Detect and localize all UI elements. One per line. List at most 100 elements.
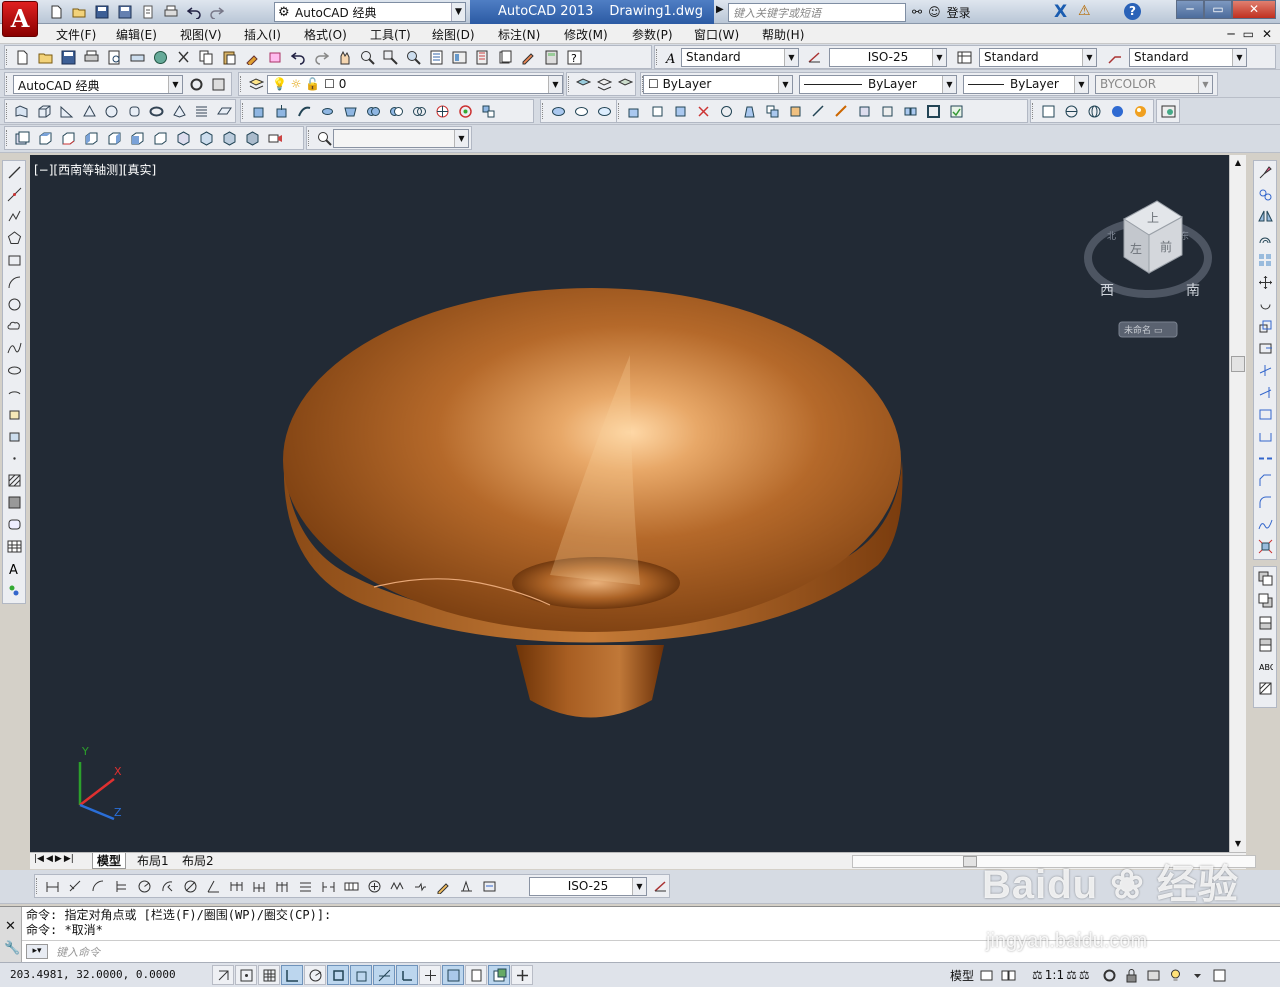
union-solid-icon[interactable] — [547, 101, 569, 121]
dynamic-input-icon[interactable] — [419, 965, 441, 985]
loft-icon[interactable] — [339, 101, 361, 121]
jogged-linear-icon[interactable] — [409, 876, 431, 896]
cone-icon[interactable] — [79, 101, 101, 121]
clean-icon[interactable] — [876, 101, 898, 121]
save-as-icon[interactable] — [115, 2, 135, 22]
blend-curves-icon[interactable] — [1255, 513, 1275, 535]
circle-icon[interactable] — [4, 293, 24, 315]
menu-help[interactable]: 帮助(H) — [762, 26, 804, 43]
baseline-dimension-icon[interactable] — [248, 876, 270, 896]
dimension-style-icon[interactable] — [803, 47, 825, 67]
ortho-mode-icon[interactable] — [281, 965, 303, 985]
workspace-dropdown[interactable]: ⚙ AutoCAD 经典 ▼ — [274, 2, 466, 22]
3d-align-icon[interactable] — [477, 101, 499, 121]
doc-restore-button[interactable]: ▭ — [1243, 27, 1254, 41]
left-view-icon[interactable] — [80, 128, 102, 148]
color-edges-icon[interactable] — [830, 101, 852, 121]
named-views-icon[interactable] — [11, 128, 33, 148]
viewcube-top-face[interactable]: 上 — [1147, 211, 1159, 225]
move-icon[interactable] — [1255, 271, 1275, 293]
sw-isometric-icon[interactable] — [172, 128, 194, 148]
named-ucs-dropdown[interactable]: ▼ — [333, 129, 469, 148]
command-input[interactable]: ▸▾ 键入命令 — [22, 940, 1280, 962]
layer-properties-icon[interactable] — [245, 74, 267, 94]
workspace-settings-icon[interactable] — [185, 74, 207, 94]
plot-icon[interactable] — [161, 2, 181, 22]
tolerance-icon[interactable] — [340, 876, 362, 896]
auto-scale-icon[interactable]: ⚖ — [1079, 968, 1090, 982]
workspace-switching-icon[interactable] — [1100, 965, 1120, 985]
redo-icon[interactable] — [207, 2, 227, 22]
color-dropdown[interactable]: ☐ ByLayer ▼ — [643, 75, 793, 94]
sun-icon[interactable]: ☼ — [291, 77, 302, 91]
scroll-up-icon[interactable]: ▲ — [1230, 155, 1246, 171]
print-icon[interactable] — [80, 47, 102, 67]
stretch-icon[interactable] — [1255, 337, 1275, 359]
undo-icon[interactable] — [287, 47, 309, 67]
point-icon[interactable] — [4, 447, 24, 469]
object-snap-tracking-icon[interactable] — [373, 965, 395, 985]
polyline-icon[interactable] — [4, 205, 24, 227]
planar-surface-icon[interactable] — [214, 101, 236, 121]
polygon-icon[interactable] — [4, 227, 24, 249]
lineweight-icon[interactable] — [442, 965, 464, 985]
back-view-icon[interactable] — [149, 128, 171, 148]
selection-cycling-icon[interactable] — [511, 965, 533, 985]
layer-dropdown[interactable]: 💡 ☼ 🔓 ☐ 0 ▼ — [267, 75, 563, 94]
login-area[interactable]: ⚯ ☺ 登录 — [912, 3, 971, 21]
extrude-faces-icon[interactable] — [623, 101, 645, 121]
plotstyle-dropdown[interactable]: BYCOLOR ▼ — [1095, 75, 1213, 94]
torus-icon[interactable] — [146, 101, 168, 121]
help-icon[interactable]: ? — [1124, 3, 1141, 20]
help-icon[interactable]: ? — [563, 47, 585, 67]
login-label[interactable]: 登录 — [947, 4, 971, 21]
new-icon[interactable] — [46, 2, 66, 22]
model-space-toggle[interactable]: 模型 — [950, 967, 974, 984]
properties-icon[interactable] — [425, 47, 447, 67]
scale-icon[interactable] — [1255, 315, 1275, 337]
jogged-dimension-icon[interactable] — [156, 876, 178, 896]
annotation-visibility-icon[interactable]: ⚖ — [1066, 968, 1077, 982]
open-file-icon[interactable] — [34, 47, 56, 67]
zoom-realtime-icon[interactable] — [356, 47, 378, 67]
open-icon[interactable] — [69, 2, 89, 22]
ellipse-arc-icon[interactable] — [4, 381, 24, 403]
3d-rotate-icon[interactable] — [454, 101, 476, 121]
copy-edges-icon[interactable] — [807, 101, 829, 121]
text-to-front-icon[interactable]: ABC — [1255, 655, 1275, 677]
table-icon[interactable] — [4, 535, 24, 557]
layer-previous-icon[interactable] — [594, 74, 614, 94]
top-view-icon[interactable] — [34, 128, 56, 148]
search-input[interactable]: 键入关键字或短语 — [728, 3, 906, 22]
spline-icon[interactable] — [4, 337, 24, 359]
dimension-text-edit-icon[interactable] — [455, 876, 477, 896]
3d-wireframe-icon[interactable] — [1083, 101, 1105, 121]
intersect-solid-icon[interactable] — [593, 101, 615, 121]
2d-wireframe-icon[interactable] — [1060, 101, 1082, 121]
linetype-dropdown[interactable]: ByLayer ▼ — [799, 75, 957, 94]
quick-properties-icon[interactable] — [488, 965, 510, 985]
tool-palettes-icon[interactable] — [471, 47, 493, 67]
new-file-icon[interactable] — [11, 47, 33, 67]
funnel-stem[interactable] — [516, 645, 664, 718]
quickcalc-icon[interactable] — [540, 47, 562, 67]
ellipse-icon[interactable] — [4, 359, 24, 381]
bring-to-front-icon[interactable] — [1255, 567, 1275, 589]
subtract-solid-icon[interactable] — [570, 101, 592, 121]
copy-faces-icon[interactable] — [761, 101, 783, 121]
zoom-previous-icon[interactable] — [402, 47, 424, 67]
grid-display-icon[interactable] — [258, 965, 280, 985]
cylinder-icon[interactable] — [124, 101, 146, 121]
multileader-style-dropdown[interactable]: Standard ▼ — [1129, 48, 1247, 67]
last-tab-icon[interactable]: ▶| — [64, 854, 74, 864]
separate-icon[interactable] — [899, 101, 921, 121]
redo-icon[interactable] — [310, 47, 332, 67]
inspection-icon[interactable] — [386, 876, 408, 896]
publish-icon[interactable] — [126, 47, 148, 67]
helix-icon[interactable] — [191, 101, 213, 121]
cut-icon[interactable] — [172, 47, 194, 67]
viewcube-front-face[interactable]: 前 — [1160, 239, 1172, 254]
menu-format[interactable]: 格式(O) — [304, 26, 347, 43]
annotation-scale[interactable]: 1:1 — [1045, 968, 1064, 982]
subscription-icon[interactable]: ⚠ — [1078, 3, 1091, 19]
